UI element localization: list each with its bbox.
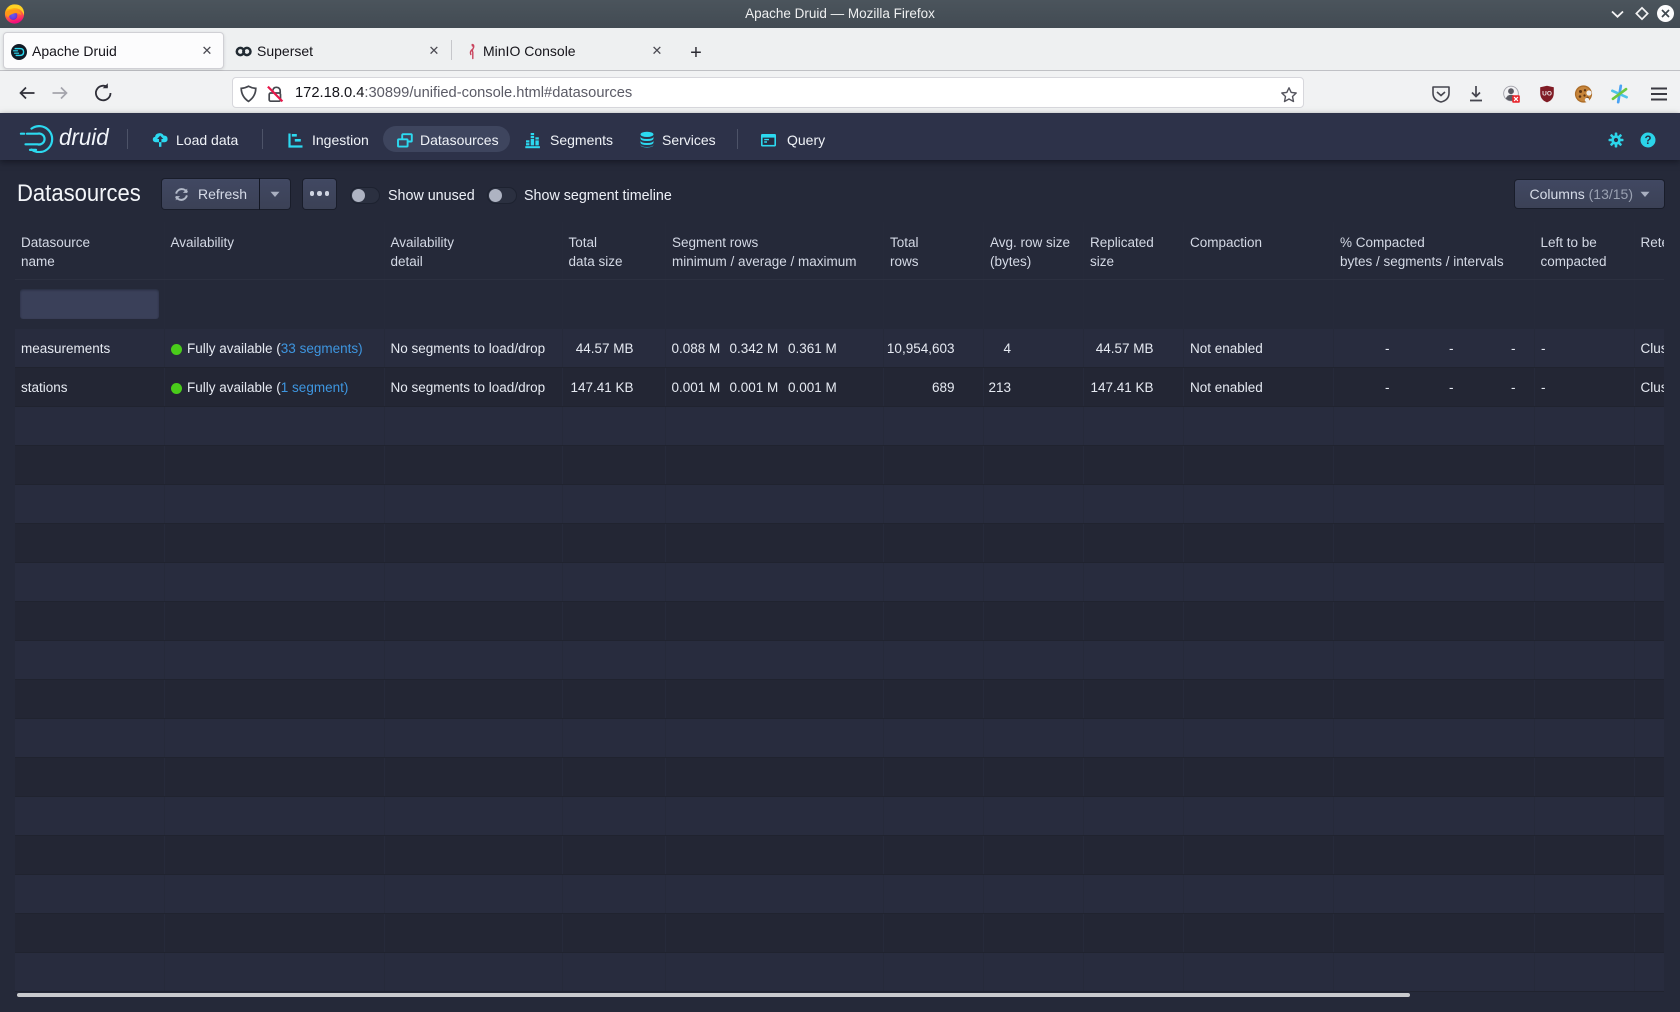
svg-text:UO: UO — [1542, 91, 1552, 98]
svg-text:?: ? — [1644, 135, 1651, 147]
